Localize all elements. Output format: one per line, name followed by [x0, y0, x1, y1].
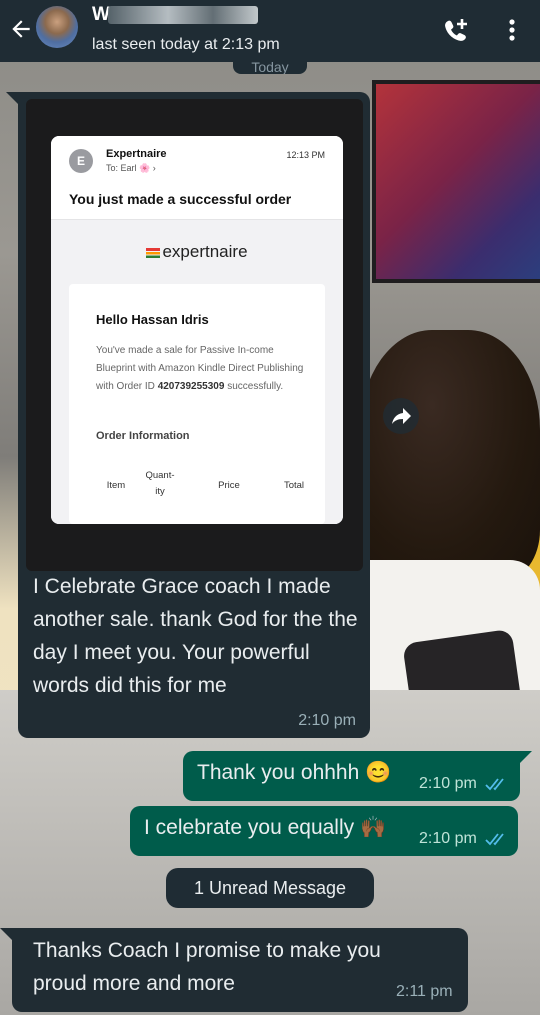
raising-hands-emoji: 🙌🏾: [359, 816, 387, 839]
recipient-line: To: Earl 🌸 ›: [106, 163, 156, 173]
bubble-tail: [0, 928, 14, 942]
recipient-text: To: Earl: [106, 163, 137, 173]
outgoing-message[interactable]: Thank you ohhhh 😊 2:10 pm: [183, 751, 532, 801]
redacted-contact-number: [108, 6, 258, 24]
brand-logo: expertnaire: [51, 242, 343, 262]
brand-mark-icon: [146, 248, 161, 258]
order-description-suffix: successfully.: [227, 381, 284, 392]
wallpaper-painting: [372, 80, 540, 283]
sender-avatar: E: [69, 149, 93, 173]
smiling-face-emoji: 😊: [365, 761, 392, 784]
table-header-total: Total: [283, 480, 305, 491]
unread-messages-banner: 1 Unread Message: [166, 868, 374, 908]
table-header-item: Item: [106, 480, 126, 491]
incoming-message[interactable]: Thanks Coach I promise to make you proud…: [0, 928, 468, 1012]
message-text: Thanks Coach I promise to make you proud…: [33, 939, 381, 995]
bubble-tail: [6, 92, 20, 106]
message-time: 2:10 pm: [298, 712, 356, 729]
message-body: I celebrate you equally: [144, 816, 355, 839]
wallpaper-person: [360, 330, 540, 580]
incoming-message-image[interactable]: E Expertnaire To: Earl 🌸 › 12:13 PM You …: [6, 92, 370, 738]
chat-header: W last seen today at 2:13 pm: [0, 0, 540, 62]
arrow-left-icon[interactable]: [8, 16, 34, 42]
order-description: You've made a sale for Passive In-come B…: [96, 342, 306, 396]
read-receipt-icon: [485, 833, 504, 846]
email-body: expertnaire Hello Hassan Idris You've ma…: [51, 220, 343, 524]
message-time: 2:10 pm: [419, 830, 477, 847]
outgoing-message[interactable]: I celebrate you equally 🙌🏾 2:10 pm: [130, 806, 518, 856]
brand-name: expertnaire: [162, 242, 248, 261]
add-call-icon[interactable]: [442, 16, 472, 44]
table-header-price: Price: [218, 480, 240, 491]
bubble-tail: [518, 751, 532, 765]
last-seen-status: last seen today at 2:13 pm: [92, 36, 280, 53]
contact-avatar[interactable]: [36, 6, 78, 48]
forward-button[interactable]: [383, 398, 419, 434]
email-time: 12:13 PM: [286, 150, 325, 160]
email-card: E Expertnaire To: Earl 🌸 › 12:13 PM You …: [51, 136, 343, 524]
email-subject: You just made a successful order: [69, 191, 292, 207]
order-information-heading: Order Information: [96, 430, 190, 442]
forward-icon: [392, 408, 411, 424]
email-header: E Expertnaire To: Earl 🌸 › 12:13 PM You …: [51, 136, 343, 220]
more-vert-icon[interactable]: [506, 16, 518, 44]
message-time: 2:10 pm: [419, 775, 477, 792]
message-text: I Celebrate Grace coach I made another s…: [33, 575, 358, 697]
message-time: 2:11 pm: [396, 983, 453, 1000]
table-header-quantity: Quant-ity: [145, 470, 175, 497]
greeting: Hello Hassan Idris: [96, 312, 209, 327]
message-text: I celebrate you equally 🙌🏾: [144, 816, 386, 840]
order-id: 420739255309: [157, 381, 225, 392]
sender-name: Expertnaire: [106, 148, 167, 160]
order-card: Hello Hassan Idris You've made a sale fo…: [69, 284, 325, 524]
message-text: Thank you ohhhh 😊: [197, 761, 391, 785]
read-receipt-icon: [485, 778, 504, 791]
email-screenshot-image[interactable]: E Expertnaire To: Earl 🌸 › 12:13 PM You …: [26, 99, 363, 571]
message-body: Thank you ohhhh: [197, 761, 360, 784]
